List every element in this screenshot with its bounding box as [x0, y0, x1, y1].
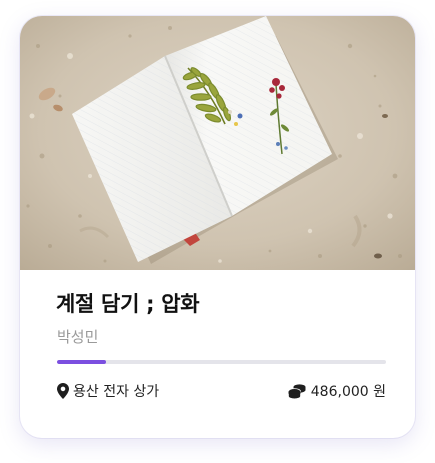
- coins-icon: [287, 383, 306, 399]
- location-label: 용산 전자 상가: [73, 384, 160, 400]
- location: 용산 전자 상가: [57, 381, 159, 401]
- progress-bar-fill: [57, 360, 107, 364]
- price-label: 486,000 원: [310, 384, 386, 400]
- card-author: 박성민: [57, 328, 99, 346]
- card-title: 계절 담기 ; 압화: [56, 292, 200, 316]
- product-card[interactable]: 계절 담기 ; 압화 박성민 용산 전자 상가 486,000 원: [20, 16, 415, 438]
- card-image[interactable]: [20, 16, 415, 270]
- map-pin-icon: [57, 383, 69, 399]
- price: 486,000 원: [287, 381, 386, 401]
- progress-bar: [57, 360, 386, 364]
